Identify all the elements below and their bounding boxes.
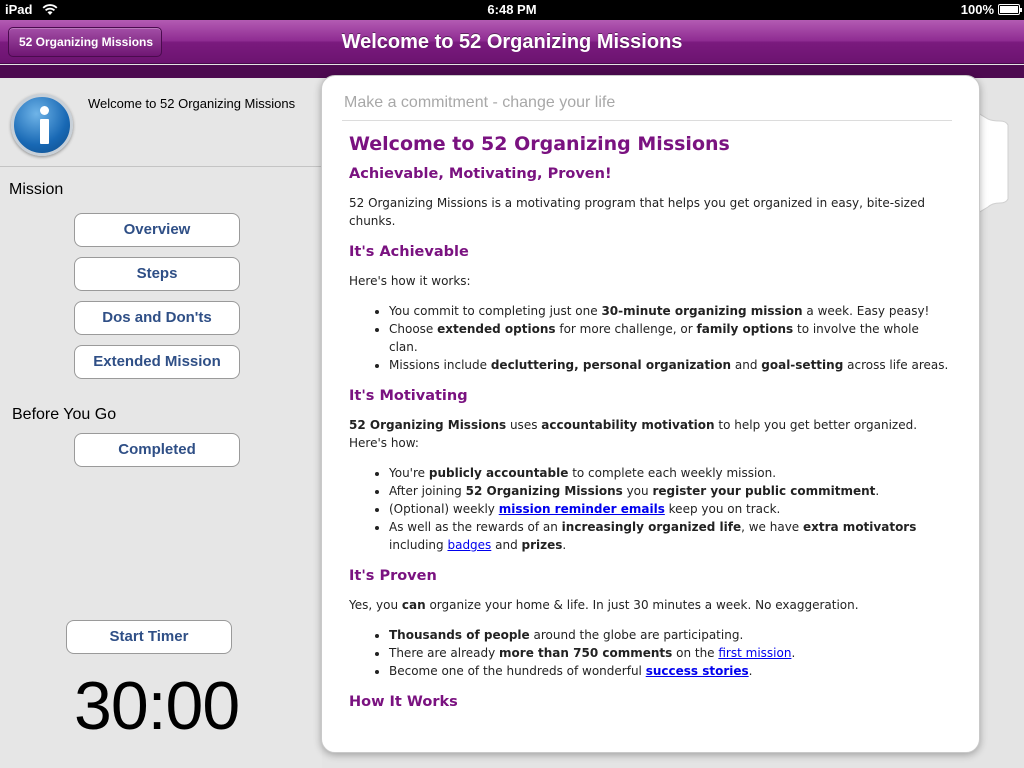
motivating-list: You're publicly accountable to complete … xyxy=(389,464,949,554)
list-item: Missions include decluttering, personal … xyxy=(389,356,949,374)
how-it-works-heading: How It Works xyxy=(349,694,458,710)
proven-list: Thousands of people around the globe are… xyxy=(389,626,949,680)
proven-heading: It's Proven xyxy=(349,568,437,584)
intro-paragraph: 52 Organizing Missions is a motivating p… xyxy=(349,196,925,228)
list-item: Thousands of people around the globe are… xyxy=(389,626,949,644)
clock: 6:48 PM xyxy=(487,2,537,17)
mission-heading: Mission xyxy=(9,181,64,198)
proven-lead: Yes, you can organize your home & life. … xyxy=(349,598,859,612)
list-item: There are already more than 750 comments… xyxy=(389,644,949,662)
tagline: Make a commitment - change your life xyxy=(344,94,616,111)
welcome-popover: Make a commitment - change your life Wel… xyxy=(321,75,980,753)
first-mission-link[interactable]: first mission xyxy=(718,646,791,660)
completed-button[interactable]: Completed xyxy=(74,433,240,467)
before-you-go-heading: Before You Go xyxy=(12,406,117,423)
achievable-lead: Here's how it works: xyxy=(349,274,471,288)
list-item: You're publicly accountable to complete … xyxy=(389,464,949,482)
achievable-heading: It's Achievable xyxy=(349,244,469,260)
success-stories-link[interactable]: success stories xyxy=(646,664,749,678)
extended-mission-button[interactable]: Extended Mission xyxy=(74,345,240,379)
motivating-lead: 52 Organizing Missions uses accountabili… xyxy=(349,418,918,450)
list-item: After joining 52 Organizing Missions you… xyxy=(389,482,949,500)
achievable-list: You commit to completing just one 30-min… xyxy=(389,302,949,374)
overview-button[interactable]: Overview xyxy=(74,213,240,247)
battery-percent: 100% xyxy=(960,2,994,17)
list-item: Become one of the hundreds of wonderful … xyxy=(389,662,949,680)
status-bar: iPad 6:48 PM 100% xyxy=(0,0,1024,20)
steps-button[interactable]: Steps xyxy=(74,257,240,291)
info-label: Welcome to 52 Organizing Missions xyxy=(88,96,296,111)
dos-and-donts-button[interactable]: Dos and Don'ts xyxy=(74,301,240,335)
list-item: You commit to completing just one 30-min… xyxy=(389,302,949,320)
info-icon[interactable] xyxy=(11,94,73,156)
timer-display: 30:00 xyxy=(74,668,240,744)
motivating-heading: It's Motivating xyxy=(349,388,468,404)
navigation-bar: 52 Organizing Missions Welcome to 52 Org… xyxy=(0,20,1024,64)
left-panel: Welcome to 52 Organizing Missions Missio… xyxy=(0,78,322,768)
page-title: Welcome to 52 Organizing Missions xyxy=(341,31,683,53)
tagline-divider xyxy=(342,120,952,121)
mission-reminder-emails-link[interactable]: mission reminder emails xyxy=(499,502,665,516)
list-item: Choose extended options for more challen… xyxy=(389,320,949,356)
divider xyxy=(0,166,322,167)
list-item: (Optional) weekly mission reminder email… xyxy=(389,500,949,518)
start-timer-button[interactable]: Start Timer xyxy=(66,620,232,654)
list-item: As well as the rewards of an increasingl… xyxy=(389,518,949,554)
content-title: Welcome to 52 Organizing Missions xyxy=(349,133,730,155)
badges-link[interactable]: badges xyxy=(447,538,491,552)
content-subtitle: Achievable, Motivating, Proven! xyxy=(349,166,612,182)
welcome-content[interactable]: Welcome to 52 Organizing Missions Achiev… xyxy=(349,132,949,734)
battery-icon xyxy=(998,4,1022,15)
popover-arrow xyxy=(978,113,1009,213)
